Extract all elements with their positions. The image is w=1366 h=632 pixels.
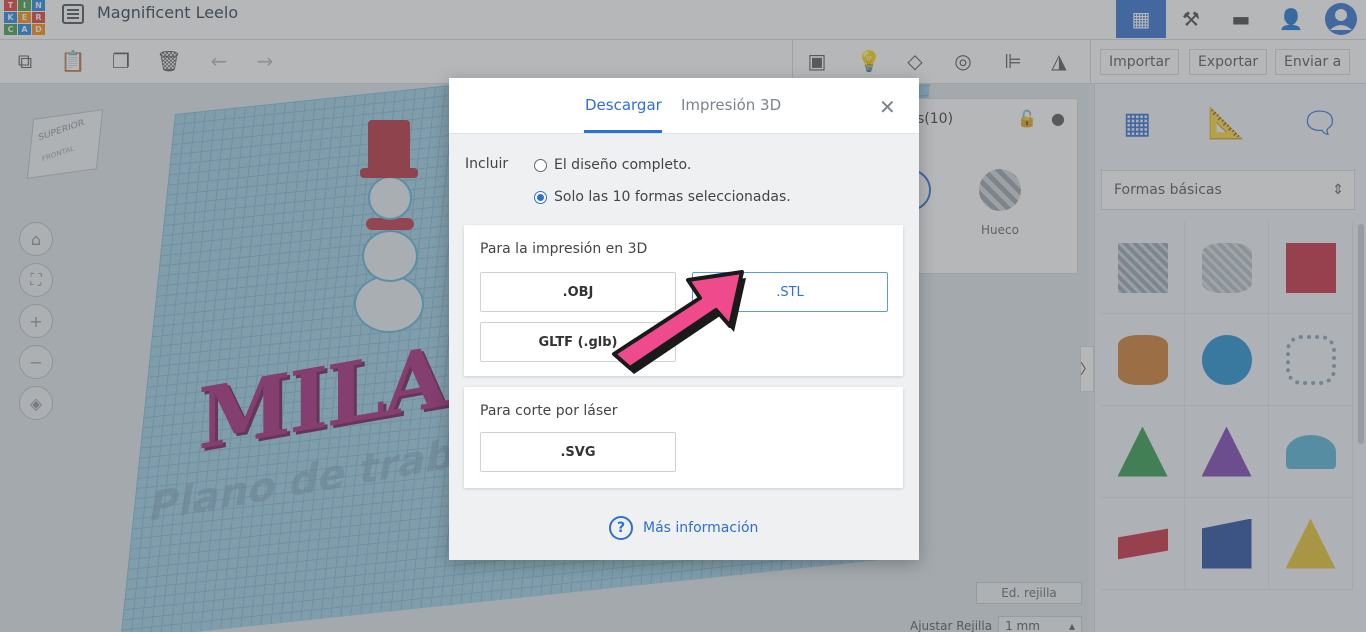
laser-cut-section: Para corte por láser .SVG [464,387,903,488]
tab-3d-print[interactable]: Impresión 3D [681,96,781,114]
radio-full-design[interactable] [534,158,547,172]
annotation-arrow-icon [612,270,746,374]
more-info-link[interactable]: ? Más información [609,516,758,540]
dialog-header: Descargar Impresión 3D ✕ [449,78,919,134]
help-question-icon: ? [609,516,633,540]
close-icon[interactable]: ✕ [879,95,896,119]
svg-button[interactable]: .SVG [480,432,676,472]
radio-selected-shapes[interactable] [534,190,547,204]
option-full-design-label: El diseño completo. [554,157,692,173]
option-selected-shapes-label: Solo las 10 formas seleccionadas. [554,189,791,205]
include-label: Incluir [465,156,509,172]
tab-download[interactable]: Descargar [585,96,662,114]
option-selected-shapes[interactable]: Solo las 10 formas seleccionadas. [534,189,791,205]
laser-section-title: Para corte por láser [480,403,618,419]
option-full-design[interactable]: El diseño completo. [534,157,691,173]
active-tab-indicator [584,130,662,133]
more-info-label: Más información [643,520,759,536]
